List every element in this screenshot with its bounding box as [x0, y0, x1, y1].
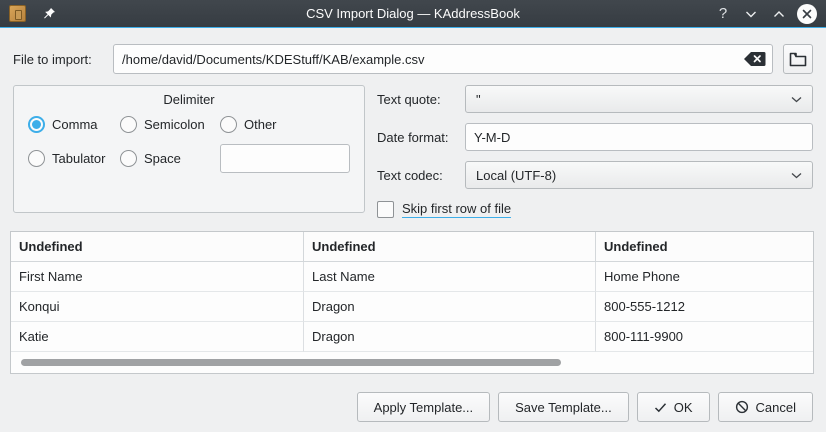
pin-icon: [42, 7, 56, 21]
other-delimiter-input[interactable]: [220, 144, 350, 173]
save-template-label: Save Template...: [515, 400, 612, 415]
clear-text-button[interactable]: [743, 51, 766, 67]
text-codec-label: Text codec:: [377, 168, 465, 183]
text-codec-combobox[interactable]: Local (UTF-8): [465, 161, 813, 189]
table-cell: Dragon: [304, 322, 596, 352]
chevron-down-icon: [791, 96, 802, 103]
delimiter-groupbox: Delimiter Comma Semicolon Other Tabulato…: [13, 85, 365, 213]
file-path-value: /home/david/Documents/KDEStuff/KAB/examp…: [122, 52, 737, 67]
radio-semicolon-indicator: [120, 116, 137, 133]
backspace-clear-icon: [743, 51, 766, 67]
maximize-button[interactable]: [766, 1, 792, 27]
date-format-input[interactable]: Y-M-D: [465, 123, 813, 151]
column-header-2[interactable]: Undefined: [304, 232, 596, 262]
radio-space-indicator: [120, 150, 137, 167]
table-cell: 800-111-9900: [596, 322, 813, 352]
skip-first-row-checkbox-row[interactable]: Skip first row of file: [377, 201, 813, 218]
radio-space-label: Space: [144, 151, 181, 166]
table-row: Katie Dragon 800-111-9900: [11, 322, 813, 352]
skip-first-row-checkbox[interactable]: [377, 201, 394, 218]
delimiter-title: Delimiter: [28, 92, 350, 107]
table-cell: Dragon: [304, 292, 596, 322]
text-codec-value: Local (UTF-8): [476, 168, 791, 183]
csv-preview-table: Undefined Undefined Undefined First Name…: [10, 231, 814, 374]
text-quote-value: ": [476, 92, 791, 107]
radio-other-indicator: [220, 116, 237, 133]
radio-comma-indicator: [28, 116, 45, 133]
chevron-up-icon: [773, 10, 785, 18]
radio-other[interactable]: Other: [220, 116, 350, 133]
table-cell: Last Name: [304, 262, 596, 292]
chevron-down-icon: [791, 172, 802, 179]
text-quote-combobox[interactable]: ": [465, 85, 813, 113]
table-cell: First Name: [11, 262, 304, 292]
table-cell: Konqui: [11, 292, 304, 322]
help-button[interactable]: ?: [710, 1, 736, 27]
pin-button[interactable]: [36, 1, 62, 27]
file-path-input[interactable]: /home/david/Documents/KDEStuff/KAB/examp…: [113, 44, 773, 74]
text-quote-label: Text quote:: [377, 92, 465, 107]
radio-comma-label: Comma: [52, 117, 98, 132]
browse-file-button[interactable]: [783, 44, 813, 74]
table-row: Konqui Dragon 800-555-1212: [11, 292, 813, 322]
skip-first-row-label: Skip first row of file: [402, 201, 511, 218]
radio-tabulator-label: Tabulator: [52, 151, 105, 166]
window-title: CSV Import Dialog — KAddressBook: [0, 6, 826, 21]
folder-icon: [789, 52, 807, 67]
ok-button[interactable]: OK: [637, 392, 710, 422]
table-cell: Home Phone: [596, 262, 813, 292]
table-cell: Katie: [11, 322, 304, 352]
radio-tabulator[interactable]: Tabulator: [28, 150, 120, 167]
check-icon: [654, 402, 667, 413]
cancel-slash-circle-icon: [735, 400, 749, 414]
file-to-import-label: File to import:: [13, 52, 113, 67]
table-header-row: Undefined Undefined Undefined: [11, 232, 813, 262]
apply-template-button[interactable]: Apply Template...: [357, 392, 490, 422]
radio-semicolon-label: Semicolon: [144, 117, 205, 132]
column-header-3[interactable]: Undefined: [596, 232, 813, 262]
date-format-value: Y-M-D: [474, 130, 510, 145]
horizontal-scrollbar[interactable]: [21, 359, 561, 366]
column-header-1[interactable]: Undefined: [11, 232, 304, 262]
radio-other-label: Other: [244, 117, 277, 132]
cancel-label: Cancel: [756, 400, 796, 415]
radio-space[interactable]: Space: [120, 150, 220, 167]
date-format-label: Date format:: [377, 130, 465, 145]
cancel-button[interactable]: Cancel: [718, 392, 813, 422]
minimize-button[interactable]: [738, 1, 764, 27]
radio-semicolon[interactable]: Semicolon: [120, 116, 220, 133]
table-cell: 800-555-1212: [596, 292, 813, 322]
kaddressbook-app-icon: [9, 5, 26, 22]
ok-label: OK: [674, 400, 693, 415]
radio-tabulator-indicator: [28, 150, 45, 167]
titlebar: CSV Import Dialog — KAddressBook ?: [0, 0, 826, 28]
close-icon: [802, 9, 812, 19]
radio-comma[interactable]: Comma: [28, 116, 120, 133]
table-row: First Name Last Name Home Phone: [11, 262, 813, 292]
close-button[interactable]: [794, 1, 820, 27]
save-template-button[interactable]: Save Template...: [498, 392, 629, 422]
chevron-down-icon: [745, 10, 757, 18]
apply-template-label: Apply Template...: [374, 400, 473, 415]
